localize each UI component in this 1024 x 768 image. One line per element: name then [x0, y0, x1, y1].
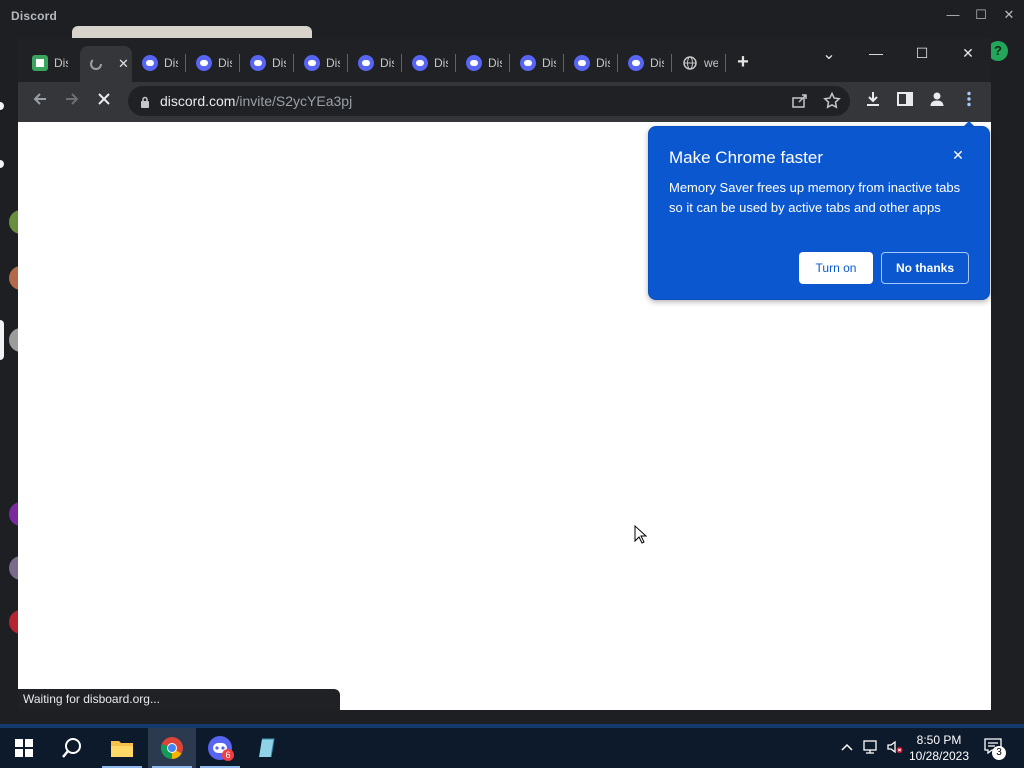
server-selected-pill	[0, 320, 4, 360]
discord-icon	[304, 55, 320, 71]
discord-icon	[358, 55, 374, 71]
popup-close-icon[interactable]: ✕	[949, 146, 967, 164]
tab-discord[interactable]: Dis	[512, 48, 564, 78]
tab-label: Dis	[488, 56, 502, 70]
address-bar[interactable]: discord.com/invite/S2ycYEa3pj	[128, 86, 850, 116]
notification-count-badge: 3	[992, 746, 1006, 760]
globe-icon	[682, 55, 698, 71]
tab-discord[interactable]: Dis	[296, 48, 348, 78]
server-unread-pill	[0, 160, 4, 168]
discord-icon	[142, 55, 158, 71]
share-icon[interactable]	[790, 91, 810, 111]
tray-overflow-chevron-icon[interactable]	[838, 739, 856, 757]
discord-icon	[412, 55, 428, 71]
tab-discord[interactable]: Dis	[458, 48, 510, 78]
discord-window-title: Discord	[11, 9, 58, 23]
windows-logo-icon	[15, 739, 33, 757]
tab-discord[interactable]: Dis	[134, 48, 186, 78]
url-text: discord.com/invite/S2ycYEa3pj	[160, 93, 352, 109]
tab-loading-active[interactable]: ✕	[80, 46, 132, 82]
windows-taskbar: 6 8:50 PM 10/28/2023 3	[0, 728, 1024, 768]
discord-taskbar-button[interactable]: 6	[196, 728, 244, 768]
search-icon	[62, 738, 81, 758]
server-unread-pill	[0, 102, 4, 110]
url-path: /invite/S2ycYEa3pj	[235, 93, 353, 109]
search-button[interactable]	[48, 728, 96, 768]
mouse-cursor-icon	[634, 525, 648, 544]
chrome-minimize-button[interactable]: —	[865, 42, 887, 64]
discord-icon	[520, 55, 536, 71]
stop-loading-icon[interactable]	[92, 90, 116, 114]
tab-label: Dis	[380, 56, 394, 70]
discord-icon	[628, 55, 644, 71]
popup-body: Memory Saver frees up memory from inacti…	[669, 180, 961, 215]
tab-web[interactable]: we	[674, 48, 726, 78]
discord-maximize-button[interactable]: ☐	[972, 6, 990, 24]
popup-title: Make Chrome faster	[669, 148, 823, 167]
profile-avatar-icon[interactable]	[925, 90, 949, 114]
tab-label: Dis	[272, 56, 286, 70]
bookmark-star-icon[interactable]	[822, 91, 842, 111]
discord-minimize-button[interactable]: —	[944, 6, 962, 24]
chrome-toolbar: discord.com/invite/S2ycYEa3pj	[18, 82, 991, 122]
tab-label: we	[704, 56, 718, 70]
turn-on-button[interactable]: Turn on	[799, 252, 873, 284]
tab-label: Dis	[650, 56, 664, 70]
tab-label: Dis	[596, 56, 610, 70]
tab-discord[interactable]: Dis	[566, 48, 618, 78]
tab-search-chevron-icon[interactable]: ⌄	[818, 44, 840, 66]
file-explorer-button[interactable]	[98, 728, 146, 768]
clock-date: 10/28/2023	[908, 749, 970, 763]
discord-icon	[466, 55, 482, 71]
folder-icon	[111, 741, 133, 757]
tab-discord[interactable]: Dis	[188, 48, 240, 78]
discord-icon	[196, 55, 212, 71]
chrome-icon	[161, 737, 183, 759]
download-icon[interactable]	[861, 90, 885, 114]
tab-disboard[interactable]: Dis	[24, 48, 78, 78]
tab-discord[interactable]: Dis	[620, 48, 672, 78]
forward-arrow-icon[interactable]	[60, 90, 84, 114]
loading-spinner-icon	[88, 56, 104, 72]
tab-discord[interactable]: Dis	[242, 48, 294, 78]
disboard-favicon-icon	[32, 55, 48, 71]
discord-icon	[574, 55, 590, 71]
tab-discord[interactable]: Dis	[404, 48, 456, 78]
tab-discord[interactable]: Dis	[350, 48, 402, 78]
lock-icon	[140, 95, 150, 108]
tab-close-icon[interactable]: ✕	[118, 56, 129, 72]
volume-muted-icon[interactable]	[886, 739, 904, 757]
chrome-maximize-button[interactable]: ☐	[911, 42, 933, 64]
network-icon[interactable]	[862, 739, 880, 757]
tab-label: Dis	[218, 56, 232, 70]
discord-server-rail	[0, 30, 33, 724]
chrome-close-button[interactable]: ✕	[957, 42, 979, 64]
tab-label: Dis	[326, 56, 340, 70]
start-button[interactable]	[0, 728, 48, 768]
tab-strip: Dis ✕ Dis Dis Dis Dis	[18, 38, 991, 82]
back-arrow-icon[interactable]	[28, 90, 52, 114]
side-panel-icon[interactable]	[893, 90, 917, 114]
discord-icon	[250, 55, 266, 71]
discord-close-button[interactable]: ✕	[1000, 6, 1018, 24]
tab-label: Dis	[54, 56, 68, 70]
notepad-icon	[259, 738, 275, 758]
tab-label: Dis	[542, 56, 556, 70]
taskbar-clock[interactable]: 8:50 PM 10/28/2023	[906, 732, 972, 764]
new-tab-button[interactable]: +	[733, 52, 753, 72]
discord-help-icon[interactable]: ?	[988, 41, 1008, 61]
kebab-menu-icon[interactable]	[957, 90, 981, 114]
clock-time: 8:50 PM	[916, 733, 962, 747]
discord-video-preview-edge	[72, 26, 312, 38]
no-thanks-button[interactable]: No thanks	[881, 252, 969, 284]
url-host: discord.com	[160, 93, 236, 109]
tab-label: Dis	[164, 56, 178, 70]
chrome-taskbar-button[interactable]	[148, 728, 196, 768]
discord-unread-badge: 6	[222, 749, 234, 761]
memory-saver-popup: Make Chrome faster ✕ Memory Saver frees …	[648, 126, 990, 300]
tab-label: Dis	[434, 56, 448, 70]
notepad-taskbar-button[interactable]	[244, 728, 292, 768]
status-bubble: Waiting for disboard.org...	[18, 689, 340, 710]
